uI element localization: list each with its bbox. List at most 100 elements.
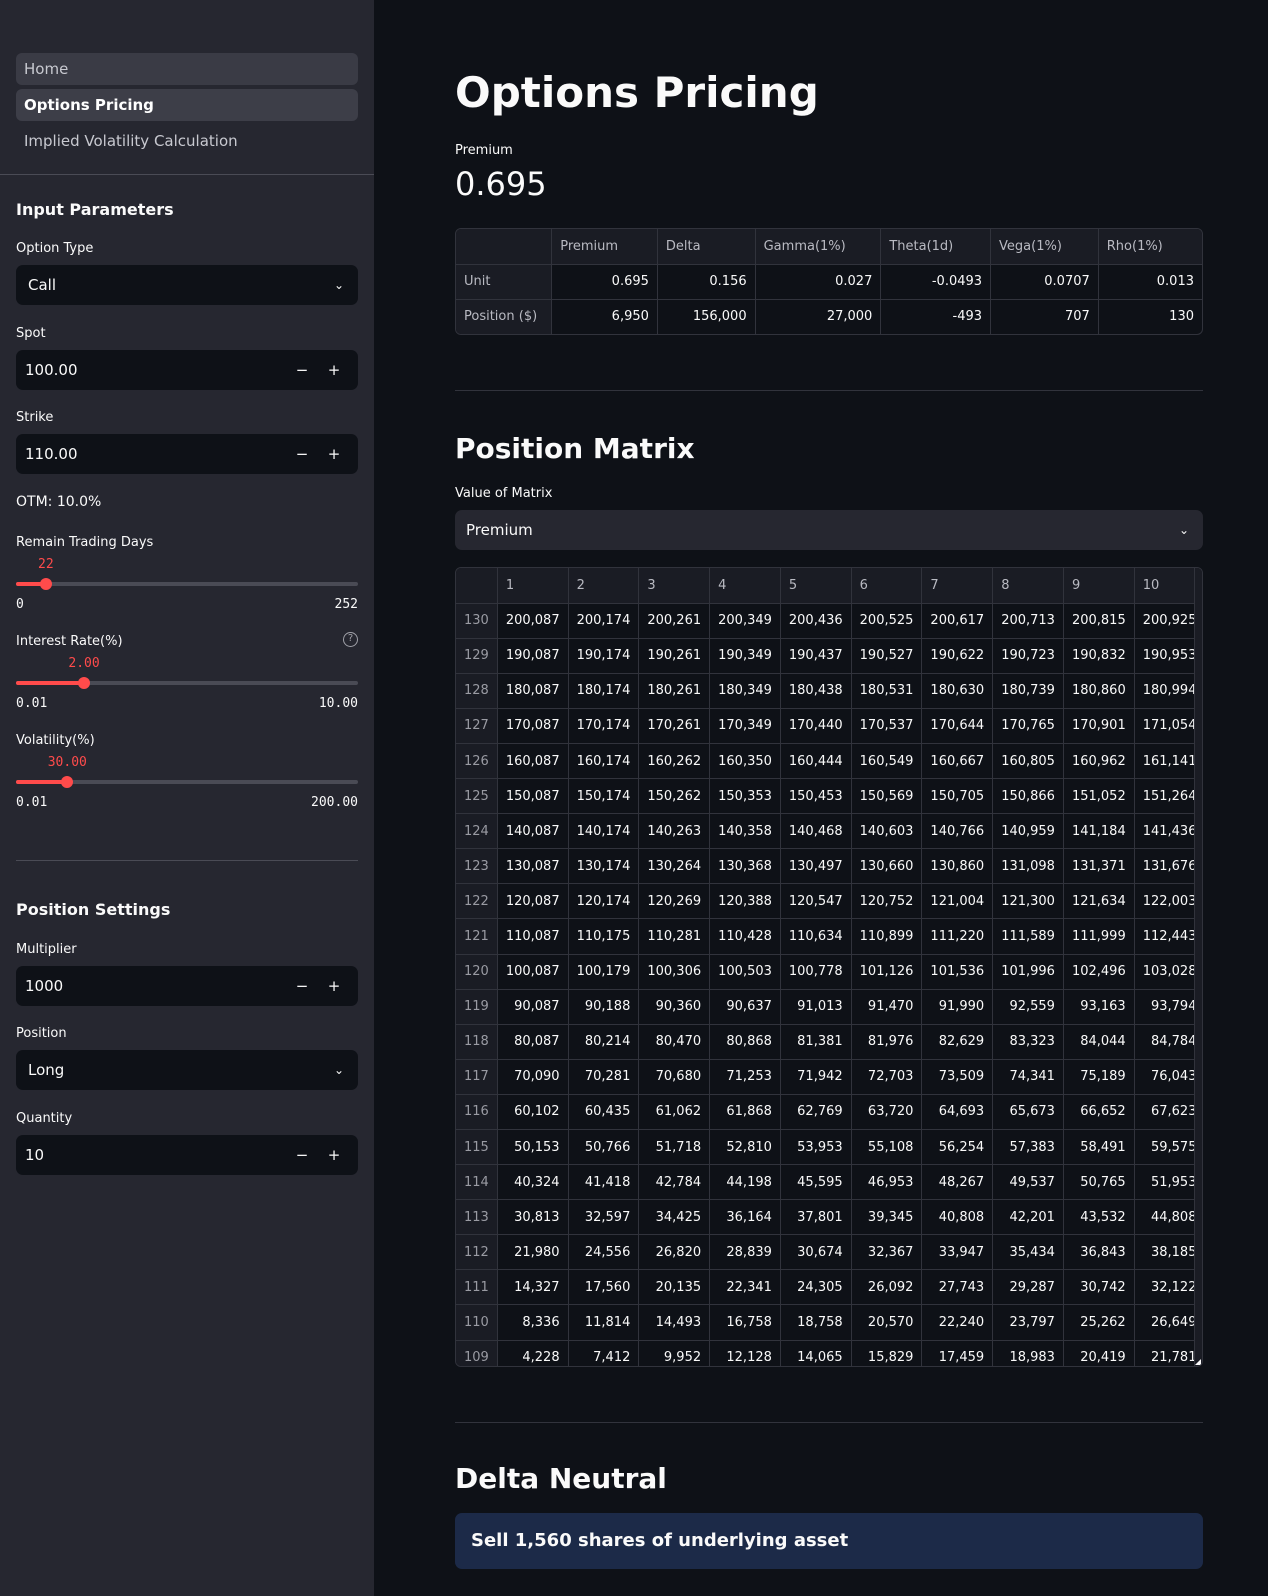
matrix-cell[interactable]: 36,164 [709,1199,781,1236]
matrix-cell[interactable]: 64,693 [921,1094,994,1131]
matrix-cell[interactable]: 51,953 [1134,1164,1202,1201]
matrix-cell[interactable]: 32,367 [851,1234,923,1271]
matrix-cell[interactable]: 120,174 [568,883,640,920]
greeks-cell[interactable]: 707 [990,299,1099,334]
matrix-cell[interactable]: 70,090 [497,1059,569,1095]
matrix-cell[interactable]: 130,660 [851,848,923,885]
matrix-cell[interactable]: 91,990 [921,989,994,1025]
matrix-column-header[interactable]: 10 [1134,568,1202,604]
greeks-row-header[interactable]: Position ($) [456,299,553,334]
matrix-cell[interactable]: 161,141 [1134,743,1202,780]
multiplier-input[interactable]: 1000 − + [16,966,358,1006]
matrix-row-header[interactable]: 123 [456,848,498,885]
matrix-column-header[interactable]: 2 [568,568,640,604]
matrix-cell[interactable]: 21,781 [1134,1340,1202,1366]
matrix-cell[interactable]: 140,087 [497,813,569,850]
matrix-cell[interactable]: 150,087 [497,778,569,815]
matrix-column-header[interactable]: 1 [497,568,569,604]
matrix-cell[interactable]: 44,808 [1134,1199,1202,1236]
matrix-cell[interactable]: 140,959 [992,813,1064,850]
matrix-cell[interactable]: 110,281 [638,918,711,955]
matrix-cell[interactable]: 110,428 [709,918,781,955]
matrix-cell[interactable]: 151,052 [1063,778,1135,815]
matrix-column-header[interactable]: 5 [780,568,852,604]
matrix-cell[interactable]: 91,470 [851,989,923,1025]
matrix-cell[interactable]: 110,175 [568,918,640,955]
matrix-cell[interactable]: 53,953 [780,1129,852,1166]
matrix-cell[interactable]: 130,087 [497,848,569,885]
matrix-cell[interactable]: 131,098 [992,848,1064,885]
matrix-cell[interactable]: 100,087 [497,954,569,990]
slider-handle[interactable] [78,677,91,689]
matrix-cell[interactable]: 84,044 [1063,1024,1135,1060]
matrix-cell[interactable]: 35,434 [992,1234,1064,1271]
matrix-cell[interactable]: 100,179 [568,954,640,990]
matrix-corner-header[interactable] [456,568,498,604]
volatility-slider[interactable]: 30.00 0.01 200.00 [16,753,358,810]
matrix-cell[interactable]: 80,470 [638,1024,711,1060]
matrix-cell[interactable]: 40,808 [921,1199,994,1236]
matrix-cell[interactable]: 8,336 [497,1304,569,1341]
greeks-column-header[interactable]: Theta(1d) [880,229,992,265]
matrix-cell[interactable]: 170,765 [992,708,1064,744]
matrix-cell[interactable]: 38,185 [1134,1234,1202,1271]
greeks-corner-header[interactable] [456,229,553,265]
matrix-column-header[interactable]: 8 [992,568,1064,604]
matrix-cell[interactable]: 140,358 [709,813,781,850]
spot-increment-button[interactable]: + [318,350,350,390]
matrix-cell[interactable]: 140,766 [921,813,994,850]
matrix-cell[interactable]: 110,634 [780,918,852,955]
matrix-cell[interactable]: 41,418 [568,1164,640,1201]
matrix-cell[interactable]: 60,102 [497,1094,569,1131]
spot-decrement-button[interactable]: − [286,350,318,390]
matrix-cell[interactable]: 18,983 [992,1340,1064,1366]
matrix-cell[interactable]: 29,287 [992,1269,1064,1306]
matrix-row-header[interactable]: 109 [456,1340,498,1366]
matrix-cell[interactable]: 180,739 [992,673,1064,709]
matrix-cell[interactable]: 17,459 [921,1340,994,1366]
matrix-cell[interactable]: 70,680 [638,1059,711,1095]
matrix-cell[interactable]: 50,765 [1063,1164,1135,1201]
matrix-cell[interactable]: 14,327 [497,1269,569,1306]
quantity-input[interactable]: 10 − + [16,1135,358,1175]
matrix-row-header[interactable]: 111 [456,1269,498,1306]
matrix-cell[interactable]: 43,532 [1063,1199,1135,1236]
matrix-cell[interactable]: 60,435 [568,1094,640,1131]
strike-increment-button[interactable]: + [318,434,350,474]
matrix-row-header[interactable]: 122 [456,883,498,920]
matrix-cell[interactable]: 20,419 [1063,1340,1135,1366]
matrix-cell[interactable]: 120,752 [851,883,923,920]
matrix-cell[interactable]: 190,087 [497,638,569,674]
greeks-column-header[interactable]: Premium [551,229,658,265]
matrix-cell[interactable]: 200,261 [638,603,711,639]
matrix-cell[interactable]: 32,122 [1134,1269,1202,1306]
matrix-cell[interactable]: 160,667 [921,743,994,780]
slider-handle[interactable] [39,578,52,590]
matrix-cell[interactable]: 91,013 [780,989,852,1025]
matrix-cell[interactable]: 170,261 [638,708,711,744]
matrix-cell[interactable]: 80,868 [709,1024,781,1060]
greeks-cell[interactable]: 130 [1098,299,1202,334]
matrix-row-header[interactable]: 110 [456,1304,498,1341]
matrix-cell[interactable]: 200,925 [1134,603,1202,639]
matrix-cell[interactable]: 160,350 [709,743,781,780]
matrix-cell[interactable]: 42,784 [638,1164,711,1201]
matrix-cell[interactable]: 63,720 [851,1094,923,1131]
matrix-cell[interactable]: 28,839 [709,1234,781,1271]
matrix-row-header[interactable]: 113 [456,1199,498,1236]
matrix-cell[interactable]: 81,381 [780,1024,852,1060]
matrix-cell[interactable]: 75,189 [1063,1059,1135,1095]
matrix-row-header[interactable]: 117 [456,1059,498,1095]
matrix-cell[interactable]: 140,603 [851,813,923,850]
matrix-cell[interactable]: 49,537 [992,1164,1064,1201]
matrix-cell[interactable]: 33,947 [921,1234,994,1271]
matrix-cell[interactable]: 180,438 [780,673,852,709]
matrix-cell[interactable]: 65,673 [992,1094,1064,1131]
matrix-column-header[interactable]: 7 [921,568,994,604]
position-select[interactable]: Long ⌄ [16,1050,358,1090]
matrix-cell[interactable]: 81,976 [851,1024,923,1060]
matrix-cell[interactable]: 71,942 [780,1059,852,1095]
matrix-cell[interactable]: 130,264 [638,848,711,885]
matrix-cell[interactable]: 70,281 [568,1059,640,1095]
matrix-row-header[interactable]: 120 [456,954,498,990]
